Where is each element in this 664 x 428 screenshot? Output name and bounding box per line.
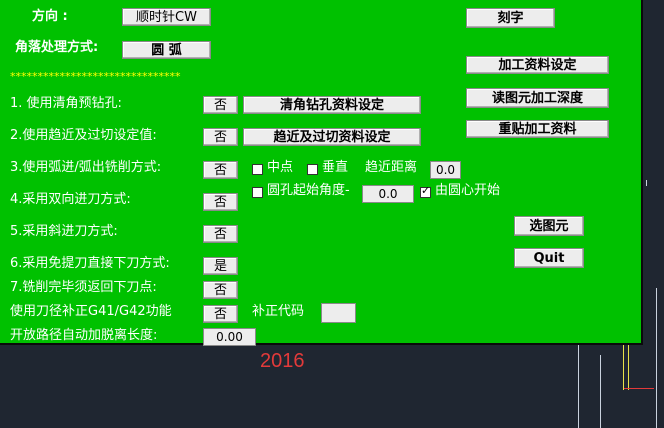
open-path-exit-label: 开放路径自动加脱离长度: [10,328,158,343]
hole-start-angle-checkbox[interactable] [252,187,263,198]
panel-border [641,0,643,343]
midpoint-checkbox[interactable] [252,164,263,175]
predrill-label: 1. 使用清角预钻孔: [10,96,122,111]
return-plunge-toggle[interactable]: 否 [203,281,238,299]
return-plunge-label: 7.铣削完毕须返回下刀点: [10,280,157,295]
cad-line-red [624,388,654,389]
predrill-settings-button[interactable]: 清角钻孔资料设定 [243,96,421,114]
quit-button[interactable]: Quit [514,248,584,268]
approach-overcut-settings-button[interactable]: 趋近及过切资料设定 [243,128,421,146]
bidirectional-label: 4.采用双向进刀方式: [10,192,131,207]
cad-line-vertical [600,355,601,428]
cutter-comp-label: 使用刀径补正G41/G42功能 [10,304,172,319]
reapply-machining-button[interactable]: 重贴加工资料 [466,120,609,138]
direction-button[interactable]: 顺时针CW [122,8,211,26]
corner-label: 角落处理方式: [15,40,99,55]
background-year-label: 2016 [260,350,305,372]
predrill-toggle[interactable]: 否 [203,96,238,114]
hole-start-angle-input[interactable]: 0.0 [362,185,414,203]
arc-in-out-label: 3.使用弧进/弧出铣削方式: [10,160,162,175]
ramp-entry-toggle[interactable]: 否 [203,225,238,243]
comp-code-input[interactable] [321,303,356,323]
open-path-exit-input[interactable]: 0.00 [203,328,256,346]
cad-line-short [646,180,647,186]
direct-plunge-label: 6.采用免提刀直接下刀方式: [10,256,170,271]
read-depth-button[interactable]: 读图元加工深度 [466,88,609,108]
cad-line-vertical [656,288,657,428]
direction-label: 方向 : [32,9,68,24]
approach-distance-input[interactable]: 0.0 [430,161,461,179]
engrave-button[interactable]: 刻字 [466,8,555,28]
approach-distance-label: 趋近距离 [365,160,418,175]
cutter-comp-toggle[interactable]: 否 [203,305,238,323]
divider-stars: ******************************* [10,70,181,83]
machining-setup-button[interactable]: 加工资料设定 [466,56,609,74]
cad-line-vertical [578,345,579,428]
center-start-checkbox[interactable] [420,184,431,198]
midpoint-label: 中点 [267,160,294,175]
bidirectional-toggle[interactable]: 否 [203,193,238,211]
approach-overcut-toggle[interactable]: 否 [203,128,238,146]
comp-code-label: 补正代码 [252,304,305,319]
arc-in-out-toggle[interactable]: 否 [203,161,238,179]
ramp-entry-label: 5.采用斜进刀方式: [10,224,118,239]
cad-line-yellow [628,345,629,390]
perpendicular-label: 垂直 [322,160,349,175]
approach-overcut-label: 2.使用趋近及过切设定值: [10,128,157,143]
corner-button[interactable]: 圆 弧 [122,41,211,59]
hole-start-angle-label: 圆孔起始角度- [267,183,350,198]
select-entity-button[interactable]: 选图元 [514,216,584,236]
direct-plunge-toggle[interactable]: 是 [203,257,238,275]
cad-line-yellow [623,345,624,390]
center-start-label: 由圆心开始 [435,183,501,198]
perpendicular-checkbox[interactable] [307,164,318,175]
